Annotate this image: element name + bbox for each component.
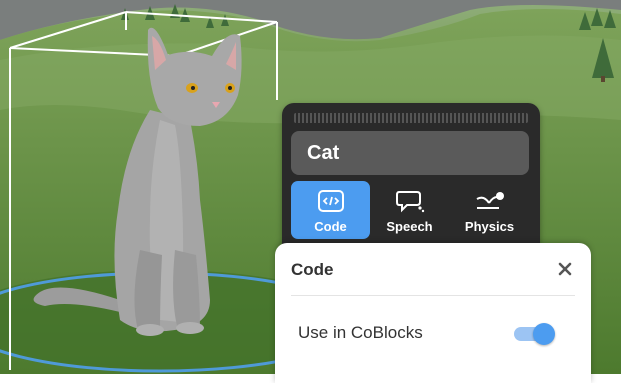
object-properties-panel: Cat Code Speech Physics [282,103,540,253]
tab-speech[interactable]: Speech [370,181,449,239]
tab-physics-label: Physics [464,219,515,234]
popup-title: Code [291,260,334,279]
speech-bubble-icon [395,191,424,213]
object-name-field[interactable]: Cat [291,131,529,175]
physics-icon [476,192,504,209]
close-icon[interactable] [555,259,575,279]
tab-speech-label: Speech [386,219,433,234]
use-in-coblocks-toggle[interactable] [514,323,555,345]
use-in-coblocks-label: Use in CoBlocks [298,323,423,342]
code-icon [317,190,344,212]
toggle-knob [533,323,555,345]
tab-code-label: Code [314,219,347,234]
tab-code[interactable]: Code [291,181,370,239]
popup-divider [291,295,575,296]
panel-drag-handle[interactable] [294,113,528,123]
code-settings-popup: Code Use in CoBlocks [275,243,591,383]
tab-physics[interactable]: Physics [450,181,529,239]
